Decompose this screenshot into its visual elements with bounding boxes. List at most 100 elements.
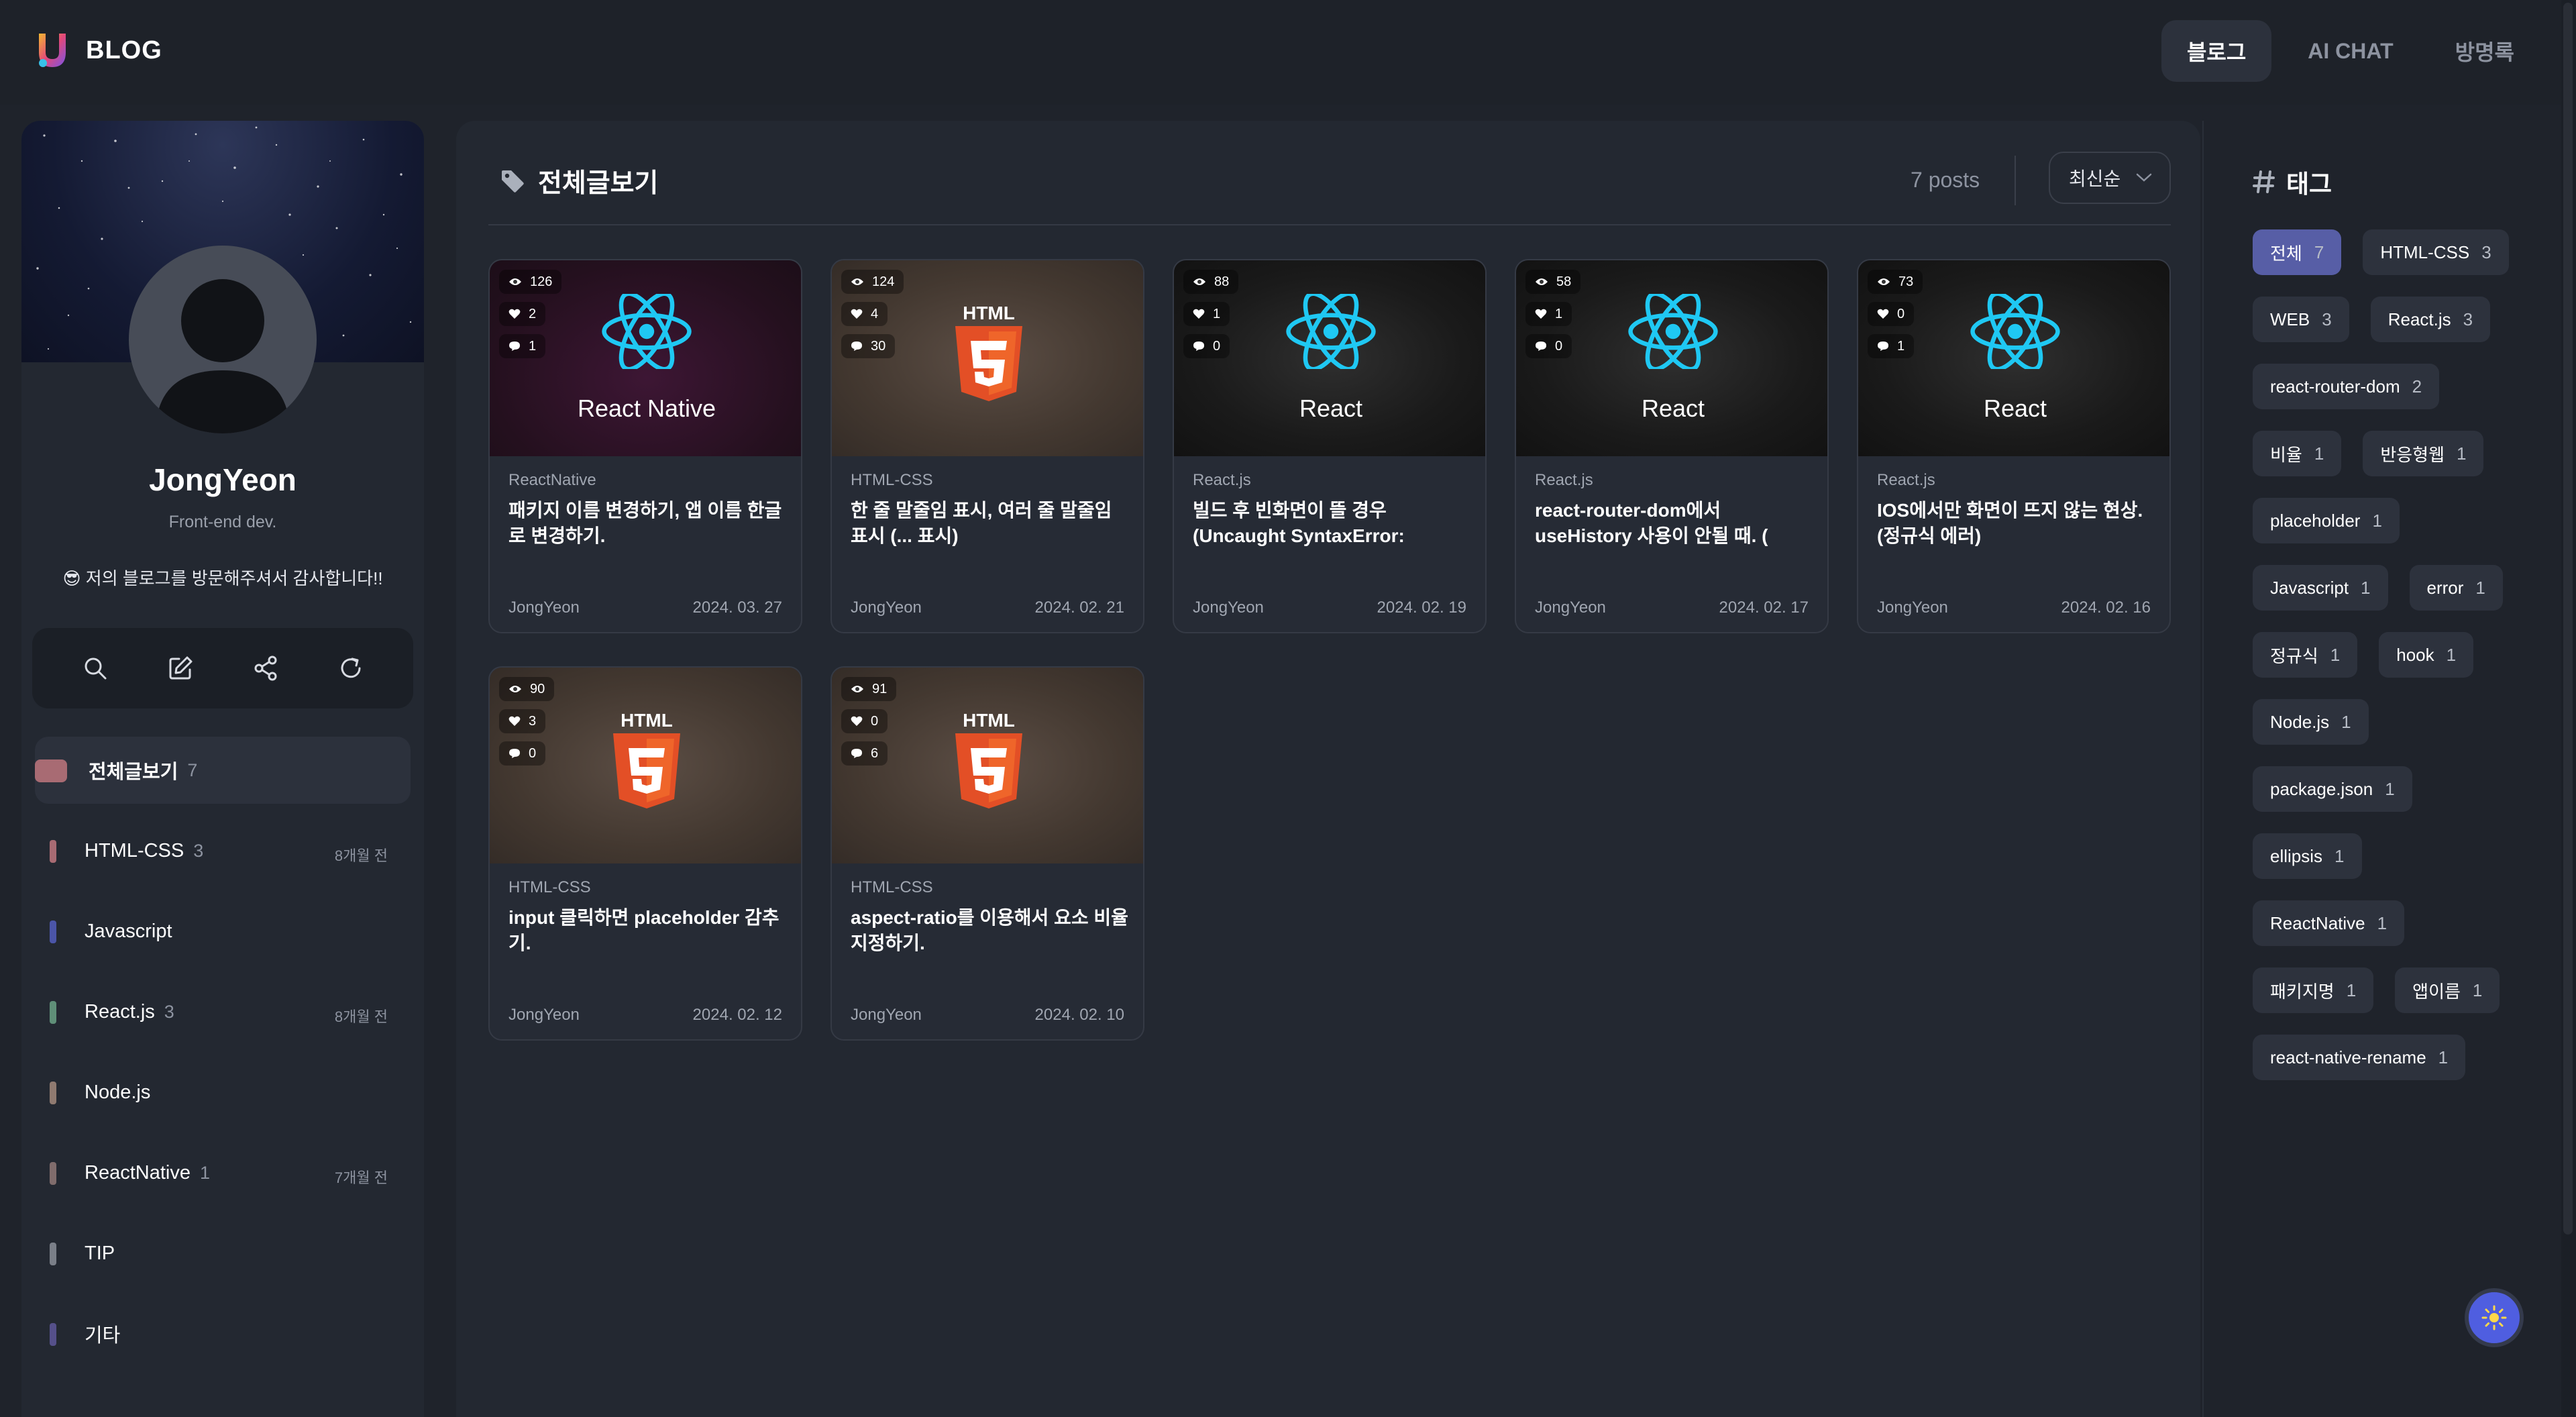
tag-count: 1 (2438, 1047, 2449, 1067)
comments-count: 30 (871, 338, 886, 354)
logo-text[interactable]: BLOG (86, 36, 162, 65)
likes-count: 2 (529, 306, 537, 321)
tag-chip[interactable]: hook 1 (2379, 632, 2474, 678)
tag-chip[interactable]: react-native-rename 1 (2253, 1035, 2466, 1080)
top-header: BLOG 블로그 AI CHAT 방명록 (0, 0, 2576, 105)
refresh-button[interactable] (331, 648, 371, 688)
tag-chip[interactable]: 패키지명 1 (2253, 967, 2374, 1013)
category-all[interactable]: 전체글보기 7 (35, 737, 411, 804)
post-category: React.js (1535, 471, 1593, 489)
post-card[interactable]: React 88 1 0 React.js 빌드 후 빈화면이 뜰 경우 (Un… (1173, 259, 1487, 633)
tag-chip[interactable]: react-router-dom 2 (2253, 364, 2440, 409)
post-card[interactable]: 90 3 0 HTML-CSS input 클릭하면 placeholder 감… (488, 666, 802, 1041)
tag-chip[interactable]: package.json 1 (2253, 766, 2412, 812)
post-title[interactable]: IOS에서만 화면이 뜨지 않는 현상. (정규식 에러) (1877, 498, 2156, 549)
post-thumbnail: React 73 0 1 (1858, 260, 2169, 456)
post-title[interactable]: 패키지 이름 변경하기, 앱 이름 한글로 변경하기. (508, 498, 788, 549)
nav-blog[interactable]: 블로그 (2161, 20, 2272, 82)
post-title[interactable]: aspect-ratio를 이용해서 요소 비율 지정하기. (851, 905, 1130, 956)
tag-chip[interactable]: 반응형웹 1 (2363, 431, 2484, 476)
tag-chip[interactable]: 앱이름 1 (2395, 967, 2500, 1013)
category-label: TIP (85, 1242, 115, 1264)
category-tip[interactable]: TIP (35, 1220, 411, 1287)
post-date: 2024. 02. 16 (2061, 598, 2151, 617)
post-card[interactable]: React Native 126 2 1 ReactNative 패키지 이름 … (488, 259, 802, 633)
comments-count: 0 (529, 745, 537, 761)
views-stat: 88 (1183, 270, 1239, 294)
category-color-bar (50, 1323, 56, 1346)
thumbnail-caption: React (1983, 395, 2047, 422)
post-stats: 58 1 0 (1525, 270, 1581, 366)
tag-count: 1 (2475, 577, 2485, 598)
category-javascript[interactable]: Javascript (35, 898, 411, 965)
tag-chip[interactable]: Javascript 1 (2253, 565, 2388, 611)
tag-count: 1 (2334, 845, 2345, 866)
category-html-css[interactable]: HTML-CSS 3 8개월 전 (35, 817, 411, 884)
theme-toggle-button[interactable] (2465, 1288, 2524, 1347)
tag-label: Node.js (2270, 711, 2330, 732)
tag-chip[interactable]: ellipsis 1 (2253, 833, 2362, 879)
tag-count: 3 (2481, 242, 2491, 262)
post-category: HTML-CSS (851, 878, 933, 896)
category-reactjs[interactable]: React.js 3 8개월 전 (35, 978, 411, 1045)
tag-chip[interactable]: HTML-CSS 3 (2363, 229, 2509, 275)
post-title[interactable]: 한 줄 말줄임 표시, 여러 줄 말줄임 표시 (... 표시) (851, 498, 1130, 549)
post-stats: 124 4 30 (841, 270, 904, 366)
post-title[interactable]: 빌드 후 빈화면이 뜰 경우 (Uncaught SyntaxError: Un… (1193, 498, 1472, 549)
comment-icon (509, 749, 520, 758)
nav-ai-chat[interactable]: AI CHAT (2282, 20, 2418, 82)
profile-tools (32, 628, 413, 708)
post-card[interactable]: React 58 1 0 React.js react-router-dom에서… (1515, 259, 1829, 633)
category-nodejs[interactable]: Node.js (35, 1059, 411, 1126)
scrollbar-thumb[interactable] (2563, 3, 2573, 1235)
post-title[interactable]: input 클릭하면 placeholder 감추기. (508, 905, 788, 956)
post-thumbnail: React 58 1 0 (1516, 260, 1827, 456)
avatar[interactable] (129, 246, 317, 433)
comments-count: 1 (529, 338, 537, 354)
comments-count: 1 (1897, 338, 1905, 354)
likes-stat: 1 (1525, 302, 1572, 326)
post-date: 2024. 02. 21 (1034, 598, 1124, 617)
nav-guestbook[interactable]: 방명록 (2430, 20, 2540, 82)
tag-chip[interactable]: 비율 1 (2253, 431, 2342, 476)
tag-count: 1 (2314, 443, 2324, 464)
write-button[interactable] (160, 648, 201, 688)
sort-select[interactable]: 최신순 (2049, 152, 2171, 204)
react-logo-icon (1965, 294, 2065, 369)
share-button[interactable] (246, 648, 286, 688)
tag-label: hook (2396, 644, 2434, 665)
category-color-bar (35, 759, 67, 782)
tag-row: 패키지명 1 앱이름 1 (2253, 967, 2521, 1013)
tag-row: ReactNative 1 (2253, 900, 2521, 946)
eye-icon (1193, 278, 1205, 285)
post-card[interactable]: React 73 0 1 React.js IOS에서만 화면이 뜨지 않는 현… (1857, 259, 2171, 633)
tag-chip[interactable]: placeholder 1 (2253, 498, 2400, 543)
post-title[interactable]: react-router-dom에서 useHistory 사용이 안될 때. … (1535, 498, 1814, 549)
category-reactnative[interactable]: ReactNative 1 7개월 전 (35, 1139, 411, 1206)
post-category: React.js (1193, 471, 1251, 489)
tag-row: react-native-rename 1 (2253, 1035, 2521, 1080)
category-label: 기타 (85, 1325, 121, 1347)
post-card[interactable]: 124 4 30 HTML-CSS 한 줄 말줄임 표시, 여러 줄 말줄임 표… (830, 259, 1144, 633)
tag-chip[interactable]: ReactNative 1 (2253, 900, 2405, 946)
search-button[interactable] (75, 648, 115, 688)
tag-label: ReactNative (2270, 912, 2365, 933)
tag-chip[interactable]: Node.js 1 (2253, 699, 2369, 745)
comment-icon (1536, 342, 1546, 351)
post-category: ReactNative (508, 471, 596, 489)
tag-count: 1 (2377, 912, 2387, 933)
eye-icon (1878, 278, 1890, 285)
tag-chip[interactable]: React.js 3 (2370, 297, 2491, 342)
post-card[interactable]: 91 0 6 HTML-CSS aspect-ratio를 이용해서 요소 비율… (830, 666, 1144, 1041)
page-title-text: 전체글보기 (538, 169, 659, 198)
tag-chip[interactable]: error 1 (2409, 565, 2503, 611)
tag-chip[interactable]: 전체 7 (2253, 229, 2342, 275)
comments-stat: 1 (1868, 334, 1915, 358)
heart-icon (851, 309, 863, 319)
category-color-bar (50, 921, 56, 943)
blog-logo-icon[interactable] (34, 30, 71, 70)
likes-count: 3 (529, 713, 537, 729)
tag-chip[interactable]: WEB 3 (2253, 297, 2349, 342)
category-etc[interactable]: 기타 (35, 1300, 411, 1367)
tag-chip[interactable]: 정규식 1 (2253, 632, 2358, 678)
